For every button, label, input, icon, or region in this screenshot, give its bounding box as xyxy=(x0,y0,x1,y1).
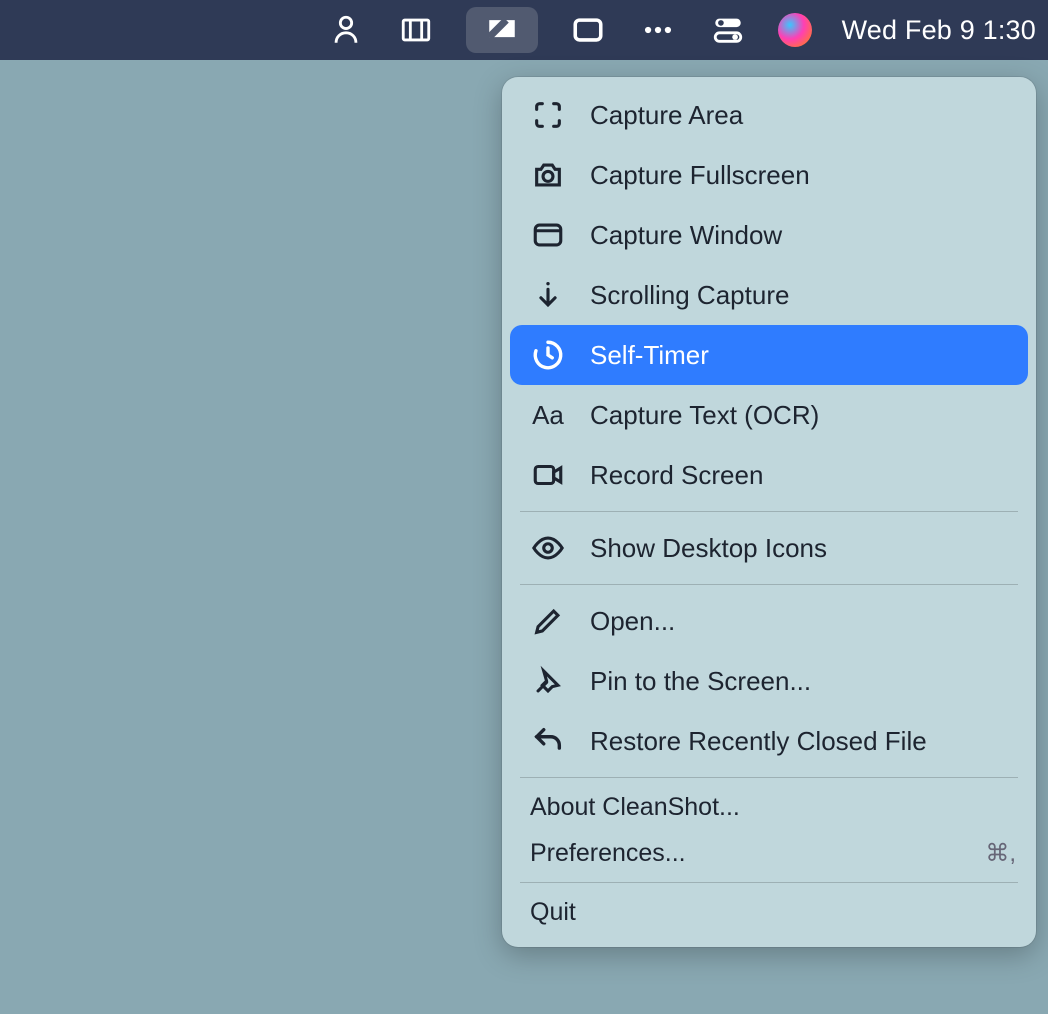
menu-item-label: Quit xyxy=(530,898,576,927)
eye-icon xyxy=(530,530,566,566)
menu-item-label: Record Screen xyxy=(590,460,763,491)
menu-capture-fullscreen[interactable]: Capture Fullscreen xyxy=(502,145,1036,205)
siri-icon[interactable] xyxy=(778,13,812,47)
menu-about[interactable]: About CleanShot... xyxy=(502,784,1036,830)
menu-scrolling-capture[interactable]: Scrolling Capture xyxy=(502,265,1036,325)
menu-item-label: Show Desktop Icons xyxy=(590,533,827,564)
menu-self-timer[interactable]: Self-Timer xyxy=(510,325,1028,385)
menubar-window-icon[interactable] xyxy=(568,10,608,50)
macos-menubar: Wed Feb 9 1:30 xyxy=(0,0,1048,60)
menubar-app-icon-1[interactable] xyxy=(326,10,366,50)
menu-capture-window[interactable]: Capture Window xyxy=(502,205,1036,265)
menu-shortcut: ⌘, xyxy=(985,839,1016,868)
menu-item-label: Open... xyxy=(590,606,675,637)
timer-icon xyxy=(530,337,566,373)
text-icon: Aa xyxy=(530,397,566,433)
menu-capture-text-ocr[interactable]: Aa Capture Text (OCR) xyxy=(502,385,1036,445)
camera-icon xyxy=(530,157,566,193)
menu-separator xyxy=(520,584,1018,585)
control-center-icon[interactable] xyxy=(708,10,748,50)
menubar-overflow-icon[interactable] xyxy=(638,10,678,50)
menu-item-label: Pin to the Screen... xyxy=(590,666,811,697)
menu-item-label: About CleanShot... xyxy=(530,793,740,822)
menu-restore-recently-closed[interactable]: Restore Recently Closed File xyxy=(502,711,1036,771)
selection-icon xyxy=(530,97,566,133)
menu-item-label: Capture Area xyxy=(590,100,743,131)
menubar-film-icon[interactable] xyxy=(396,10,436,50)
video-icon xyxy=(530,457,566,493)
menu-preferences[interactable]: Preferences... ⌘, xyxy=(502,830,1036,876)
menu-open[interactable]: Open... xyxy=(502,591,1036,651)
menu-separator xyxy=(520,777,1018,778)
window-icon xyxy=(530,217,566,253)
pencil-icon xyxy=(530,603,566,639)
pin-icon xyxy=(530,663,566,699)
menubar-clock[interactable]: Wed Feb 9 1:30 xyxy=(842,15,1036,46)
menu-item-label: Capture Fullscreen xyxy=(590,160,810,191)
menu-show-desktop-icons[interactable]: Show Desktop Icons xyxy=(502,518,1036,578)
menu-separator xyxy=(520,882,1018,883)
arrow-down-icon xyxy=(530,277,566,313)
menu-item-label: Restore Recently Closed File xyxy=(590,726,927,757)
menu-quit[interactable]: Quit xyxy=(502,889,1036,935)
menu-item-label: Capture Window xyxy=(590,220,782,251)
menu-item-label: Self-Timer xyxy=(590,340,709,371)
menu-item-label: Preferences... xyxy=(530,839,686,868)
menu-item-label: Capture Text (OCR) xyxy=(590,400,819,431)
menu-separator xyxy=(520,511,1018,512)
menubar-cleanshot-icon[interactable] xyxy=(466,7,538,53)
cleanshot-menu: Capture Area Capture Fullscreen Capture … xyxy=(502,77,1036,947)
menu-record-screen[interactable]: Record Screen xyxy=(502,445,1036,505)
menu-item-label: Scrolling Capture xyxy=(590,280,789,311)
undo-icon xyxy=(530,723,566,759)
menu-capture-area[interactable]: Capture Area xyxy=(502,85,1036,145)
menu-pin-to-screen[interactable]: Pin to the Screen... xyxy=(502,651,1036,711)
